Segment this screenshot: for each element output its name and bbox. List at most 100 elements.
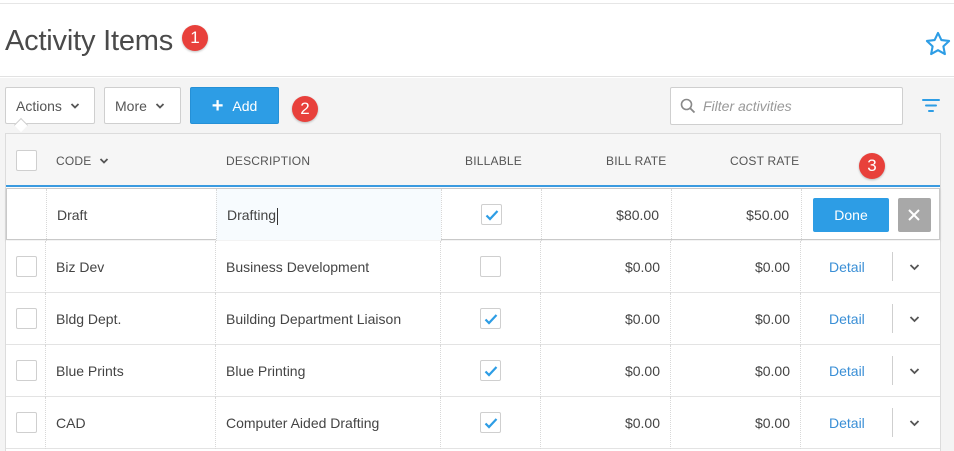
detail-link[interactable]: Detail <box>829 241 865 293</box>
row-cost-rate: $0.00 <box>754 259 790 275</box>
row-cost-rate: $0.00 <box>754 363 790 379</box>
row-description: Computer Aided Drafting <box>226 415 380 431</box>
column-divider <box>441 189 442 241</box>
column-label-code: CODE <box>56 154 92 168</box>
row-description: Blue Printing <box>226 363 306 379</box>
column-divider <box>800 293 801 345</box>
chevron-down-icon <box>100 158 109 164</box>
table-row[interactable]: Bldg Dept. Building Department Liaison $… <box>6 293 940 345</box>
row-cost-rate: $0.00 <box>754 311 790 327</box>
row-bill-rate[interactable]: $80.00 <box>616 189 659 241</box>
row-code: Blue Prints <box>56 363 124 379</box>
column-divider <box>45 293 46 345</box>
actions-label: Actions <box>16 97 62 114</box>
action-divider <box>892 408 893 437</box>
row-description-input[interactable]: Drafting <box>227 189 279 241</box>
column-divider <box>540 397 541 449</box>
detail-link[interactable]: Detail <box>829 345 865 397</box>
star-icon[interactable] <box>924 30 952 58</box>
column-divider <box>45 345 46 397</box>
step-badge-3: 3 <box>859 153 885 179</box>
column-header-cost-rate: COST RATE <box>730 154 800 168</box>
column-divider <box>540 241 541 293</box>
action-divider <box>892 252 893 281</box>
column-divider <box>440 293 441 345</box>
column-divider <box>216 189 217 241</box>
select-all-checkbox[interactable] <box>16 150 37 171</box>
add-button[interactable]: + Add <box>190 87 279 124</box>
activity-table: CODE DESCRIPTION BILLABLE BILL RATE COST… <box>5 133 941 451</box>
chevron-down-icon <box>70 102 80 109</box>
row-select-checkbox[interactable] <box>16 308 37 329</box>
column-divider <box>440 397 441 449</box>
step-badge-1: 1 <box>182 25 208 51</box>
funnel-icon[interactable] <box>922 98 940 114</box>
column-divider <box>670 345 671 397</box>
column-divider <box>541 189 542 241</box>
column-divider <box>540 345 541 397</box>
detail-link[interactable]: Detail <box>829 397 865 449</box>
column-divider <box>670 397 671 449</box>
column-divider <box>440 241 441 293</box>
table-row[interactable]: Blue Prints Blue Printing $0.00 $0.00 De… <box>6 345 940 397</box>
column-header-description: DESCRIPTION <box>226 154 311 168</box>
filter-input[interactable] <box>703 94 898 118</box>
search-icon <box>680 98 696 114</box>
step-badge-2: 2 <box>292 96 318 122</box>
chevron-down-icon[interactable] <box>909 366 920 376</box>
column-divider <box>46 189 47 241</box>
more-label: More <box>115 97 147 114</box>
column-divider <box>45 241 46 293</box>
more-dropdown[interactable]: More <box>104 87 181 124</box>
table-row[interactable]: Biz Dev Business Development $0.00 $0.00… <box>6 241 940 293</box>
billable-checkbox[interactable] <box>480 412 501 433</box>
column-divider <box>800 241 801 293</box>
row-description-value: Drafting <box>227 207 277 223</box>
action-divider <box>892 356 893 385</box>
table-header: CODE DESCRIPTION BILLABLE BILL RATE COST… <box>6 134 940 187</box>
table-row[interactable]: CAD Computer Aided Drafting $0.00 $0.00 … <box>6 397 940 449</box>
chevron-down-icon[interactable] <box>909 418 920 428</box>
billable-checkbox[interactable] <box>480 308 501 329</box>
check-icon <box>484 314 498 325</box>
check-icon <box>484 418 498 429</box>
check-icon <box>485 210 499 221</box>
column-header-code[interactable]: CODE <box>56 154 109 168</box>
row-bill-rate: $0.00 <box>624 259 660 275</box>
row-cost-rate: $0.00 <box>754 415 790 431</box>
row-bill-rate: $0.00 <box>624 311 660 327</box>
cancel-edit-button[interactable] <box>898 198 931 232</box>
page-title: Activity Items <box>5 25 173 57</box>
table-row-editing: Draft Drafting $80.00 $50.00 Done <box>6 188 940 241</box>
page-header: Activity Items <box>0 4 954 77</box>
row-cost-rate[interactable]: $50.00 <box>746 189 789 241</box>
plus-icon: + <box>211 94 224 117</box>
row-bill-rate: $0.00 <box>624 415 660 431</box>
detail-link[interactable]: Detail <box>829 293 865 345</box>
row-select-checkbox[interactable] <box>16 412 37 433</box>
column-divider <box>440 345 441 397</box>
row-select-checkbox[interactable] <box>16 256 37 277</box>
done-button[interactable]: Done <box>813 198 889 232</box>
text-caret <box>277 207 279 225</box>
row-description: Business Development <box>226 259 370 275</box>
row-code: Bldg Dept. <box>56 311 122 327</box>
column-divider <box>801 189 802 241</box>
chevron-down-icon[interactable] <box>909 262 920 272</box>
billable-checkbox[interactable] <box>480 360 501 381</box>
column-header-bill-rate: BILL RATE <box>606 154 667 168</box>
column-divider <box>800 397 801 449</box>
row-bill-rate: $0.00 <box>624 363 660 379</box>
billable-checkbox[interactable] <box>481 204 502 225</box>
close-icon <box>908 209 920 221</box>
billable-checkbox[interactable] <box>480 256 501 277</box>
column-divider <box>670 293 671 345</box>
row-select-checkbox[interactable] <box>16 360 37 381</box>
filter-box[interactable] <box>670 87 903 125</box>
chevron-down-icon[interactable] <box>909 314 920 324</box>
row-code: Draft <box>57 207 88 223</box>
column-divider <box>540 293 541 345</box>
column-divider <box>800 345 801 397</box>
column-divider <box>215 345 216 397</box>
column-divider <box>670 241 671 293</box>
